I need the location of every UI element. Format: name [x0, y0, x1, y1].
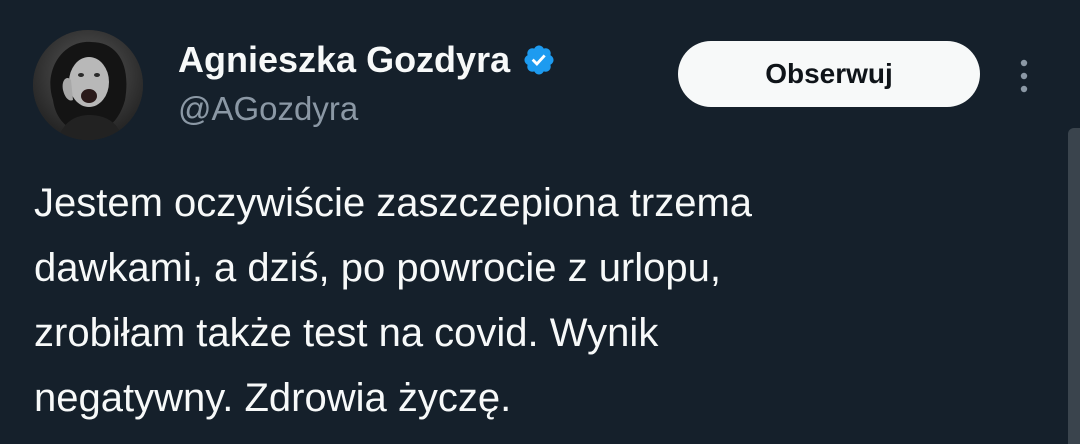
follow-button[interactable]: Obserwuj [678, 41, 980, 107]
tweet-text-line: negatywny. Zdrowia życzę. [34, 376, 512, 420]
tweet-text-line: zrobiłam także test na covid. Wynik [34, 311, 659, 355]
tweet-text: Jestem oczywiście zaszczepiona trzema da… [34, 171, 994, 431]
author-name-row: Agnieszka Gozdyra [178, 38, 556, 82]
tweet-text-line: Jestem oczywiście zaszczepiona trzema [34, 181, 753, 225]
more-vertical-icon [1020, 59, 1028, 93]
author-display-name[interactable]: Agnieszka Gozdyra [178, 38, 510, 82]
tweet-text-line: dawkami, a dziś, po powrocie z urlopu, [34, 246, 721, 290]
verified-badge-icon [524, 45, 554, 75]
author-avatar[interactable] [33, 30, 143, 140]
avatar-photo-icon [33, 30, 143, 140]
more-options-button[interactable] [1010, 56, 1038, 96]
tweet-card: Agnieszka Gozdyra @AGozdyra Obserwuj Jes… [0, 0, 1080, 444]
author-handle[interactable]: @AGozdyra [178, 89, 358, 129]
scrollbar[interactable] [1068, 128, 1080, 444]
